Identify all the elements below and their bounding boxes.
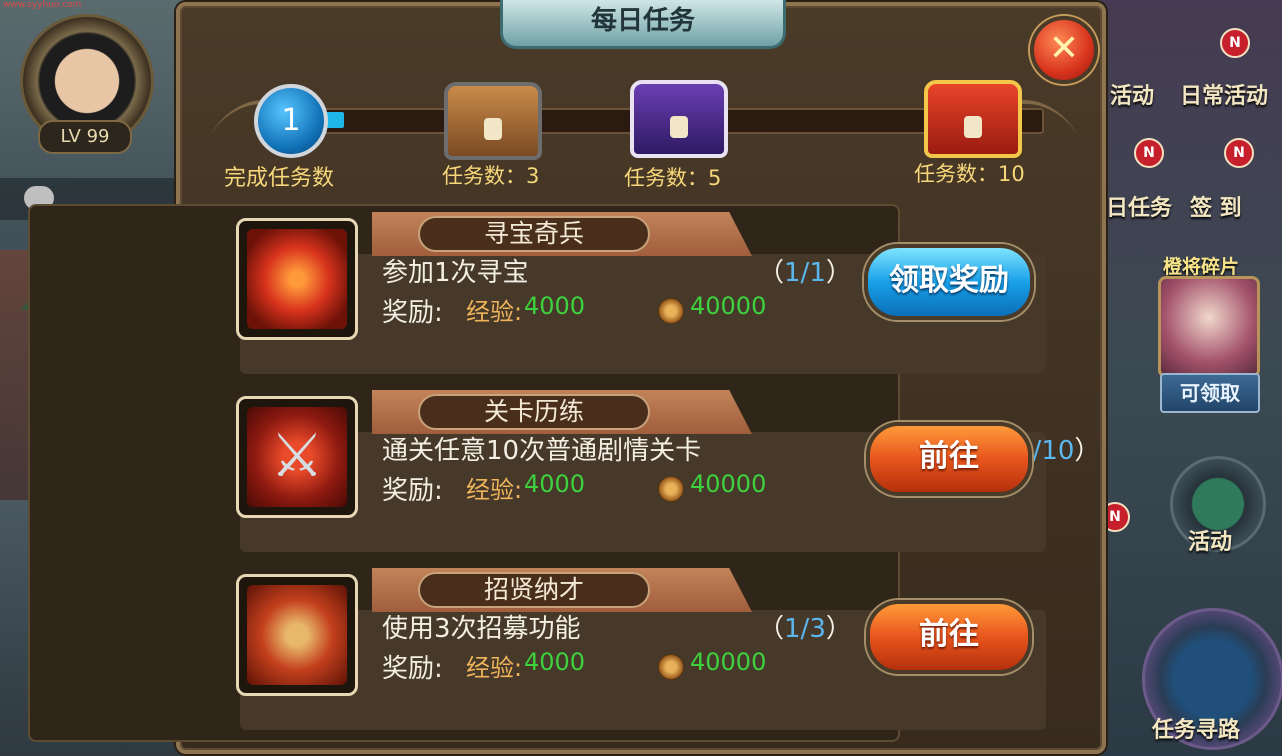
activity-button-label[interactable]: 活动 [1188, 524, 1232, 556]
coin-value: 40000 [690, 292, 767, 320]
task-progress-value: 1/1 [784, 258, 826, 288]
task-progress: （1/1） [758, 258, 852, 288]
coin-value: 40000 [690, 470, 767, 498]
exp-label: 经验: [466, 476, 523, 504]
crossed-swords-icon: ⚔ [236, 396, 358, 518]
go-button[interactable]: 前往 [866, 600, 1032, 674]
new-badge: N [1220, 28, 1250, 58]
reward-label: 奖励: [382, 476, 443, 506]
watermark: www.syyhuo.com [3, 0, 82, 10]
treasure-hunt-icon [236, 218, 358, 340]
panel-title: 每日任务 [500, 0, 786, 49]
task-name: 寻宝奇兵 [418, 216, 650, 252]
exp-value: 4000 [524, 470, 586, 498]
task-description: 使用3次招募功能 [382, 614, 581, 644]
new-badge: N [1224, 138, 1254, 168]
task-name: 关卡历练 [418, 394, 650, 430]
sign-in-label[interactable]: 签 到 [1190, 190, 1242, 222]
bronze-chest-icon[interactable] [444, 82, 542, 160]
claim-reward-button[interactable]: 领取奖励 [864, 244, 1034, 320]
close-button[interactable]: ✕ [1030, 16, 1098, 84]
coin-icon [658, 654, 684, 680]
quest-navigation-label[interactable]: 任务寻路 [1152, 712, 1240, 744]
daily-activity-label[interactable]: 日常活动 [1180, 78, 1268, 110]
chest-1-label: 任务数：3 [442, 164, 540, 188]
task-description: 参加1次寻宝 [382, 258, 529, 288]
gold-chest-icon[interactable] [924, 80, 1022, 158]
task-progress: （1/3） [758, 614, 852, 644]
go-button[interactable]: 前往 [866, 422, 1032, 496]
horn-icon [236, 574, 358, 696]
exp-value: 4000 [524, 292, 586, 320]
completed-count-caption: 完成任务数 [224, 166, 335, 191]
exp-label: 经验: [466, 654, 523, 682]
reward-label: 奖励: [382, 654, 443, 684]
coin-icon [658, 298, 684, 324]
orange-general-shard-title: 橙将碎片 [1163, 256, 1240, 278]
coin-value: 40000 [690, 648, 767, 676]
exp-label: 经验: [466, 298, 523, 326]
silver-chest-icon[interactable] [630, 80, 728, 158]
general-portrait[interactable] [1158, 276, 1260, 378]
task-description: 通关任意10次普通剧情关卡 [382, 436, 702, 466]
task-progress-value: 1/3 [784, 614, 826, 644]
task-name: 招贤纳才 [418, 572, 650, 608]
task-row: 寻宝奇兵 参加1次寻宝 （1/1） 奖励: 经验: 4000 40000 领取奖… [236, 212, 1046, 374]
new-badge: N [1134, 138, 1164, 168]
reward-label: 奖励: [382, 298, 443, 328]
task-row: 招贤纳才 使用3次招募功能 （1/3） 奖励: 经验: 4000 40000 前… [236, 568, 1046, 730]
exp-value: 4000 [524, 648, 586, 676]
chest-3-label: 任务数：10 [914, 162, 1025, 186]
task-row: 关卡历练 ⚔ 通关任意10次普通剧情关卡 （2/10） 奖励: 经验: 4000… [236, 390, 1100, 552]
activity-label[interactable]: 活动 [1110, 78, 1154, 110]
player-level-badge: LV 99 [38, 120, 132, 154]
shard-claim-button[interactable]: 可领取 [1160, 373, 1260, 413]
daily-task-label[interactable]: 日任务 [1106, 190, 1172, 222]
coin-icon [658, 476, 684, 502]
chest-2-label: 任务数：5 [624, 166, 722, 190]
completed-count-orb: 1 [254, 84, 328, 158]
